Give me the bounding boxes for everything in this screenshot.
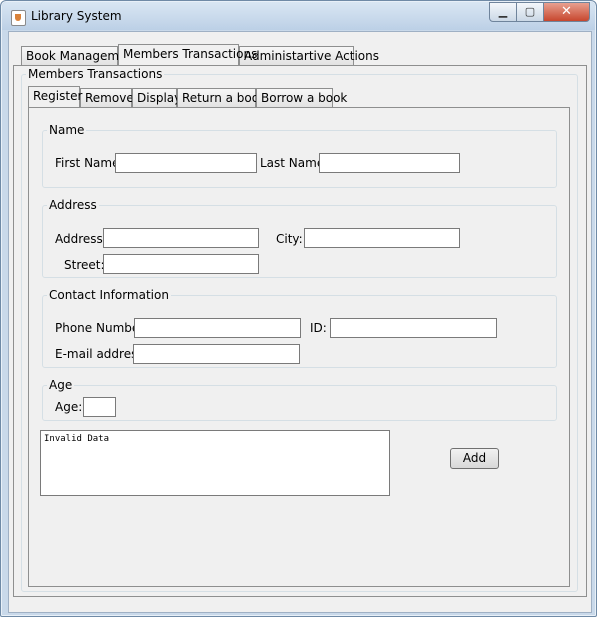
members-transactions-title: Members Transactions xyxy=(26,67,165,81)
email-field[interactable] xyxy=(133,344,300,364)
minimize-button[interactable]: ▁ xyxy=(489,2,517,22)
address-legend: Address xyxy=(47,198,99,212)
address-label: Address: xyxy=(55,232,107,246)
address-field[interactable] xyxy=(103,228,259,248)
subtab-return-a-book[interactable]: Return a book xyxy=(177,88,266,107)
age-label: Age: xyxy=(55,400,83,414)
java-app-icon xyxy=(11,10,26,26)
city-label: City: xyxy=(276,232,303,246)
id-label: ID: xyxy=(310,321,327,335)
subtab-borrow-a-book[interactable]: Borrow a book xyxy=(256,88,347,107)
app-window: Library System ▁ ▢ ✕ Book Management Mem… xyxy=(0,0,597,617)
register-panel: Name First Name: Last Name: Address Addr… xyxy=(28,107,570,587)
age-field[interactable] xyxy=(83,397,116,417)
first-name-label: First Name: xyxy=(55,156,124,170)
street-label: Street: xyxy=(64,258,105,272)
maximize-button[interactable]: ▢ xyxy=(516,2,544,22)
last-name-field[interactable] xyxy=(319,153,460,173)
age-legend: Age xyxy=(47,378,75,392)
maximize-icon: ▢ xyxy=(524,5,536,18)
phone-number-field[interactable] xyxy=(134,318,301,338)
message-area[interactable]: Invalid Data xyxy=(40,430,390,496)
id-field[interactable] xyxy=(330,318,497,338)
city-field[interactable] xyxy=(304,228,460,248)
client-area: Book Management Members Transactions Adm… xyxy=(8,31,592,613)
age-group: Age xyxy=(42,378,557,421)
street-field[interactable] xyxy=(103,254,259,274)
name-legend: Name xyxy=(47,123,87,137)
close-icon: ✕ xyxy=(561,4,572,19)
tab-members-transactions[interactable]: Members Transactions xyxy=(118,44,257,65)
window-title: Library System xyxy=(31,9,122,23)
subtab-display[interactable]: Display xyxy=(132,88,181,107)
main-tab-panel: Members Transactions Register Remove Dis… xyxy=(13,65,587,597)
close-button[interactable]: ✕ xyxy=(543,2,590,22)
subtab-register[interactable]: Register xyxy=(28,86,82,107)
add-button[interactable]: Add xyxy=(450,448,499,469)
contact-legend: Contact Information xyxy=(47,288,171,302)
first-name-field[interactable] xyxy=(115,153,257,173)
subtab-remove[interactable]: Remove xyxy=(80,88,134,107)
title-bar[interactable]: Library System ▁ ▢ ✕ xyxy=(2,2,595,30)
minimize-icon: ▁ xyxy=(498,5,508,18)
tab-book-management[interactable]: Book Management xyxy=(21,46,139,65)
